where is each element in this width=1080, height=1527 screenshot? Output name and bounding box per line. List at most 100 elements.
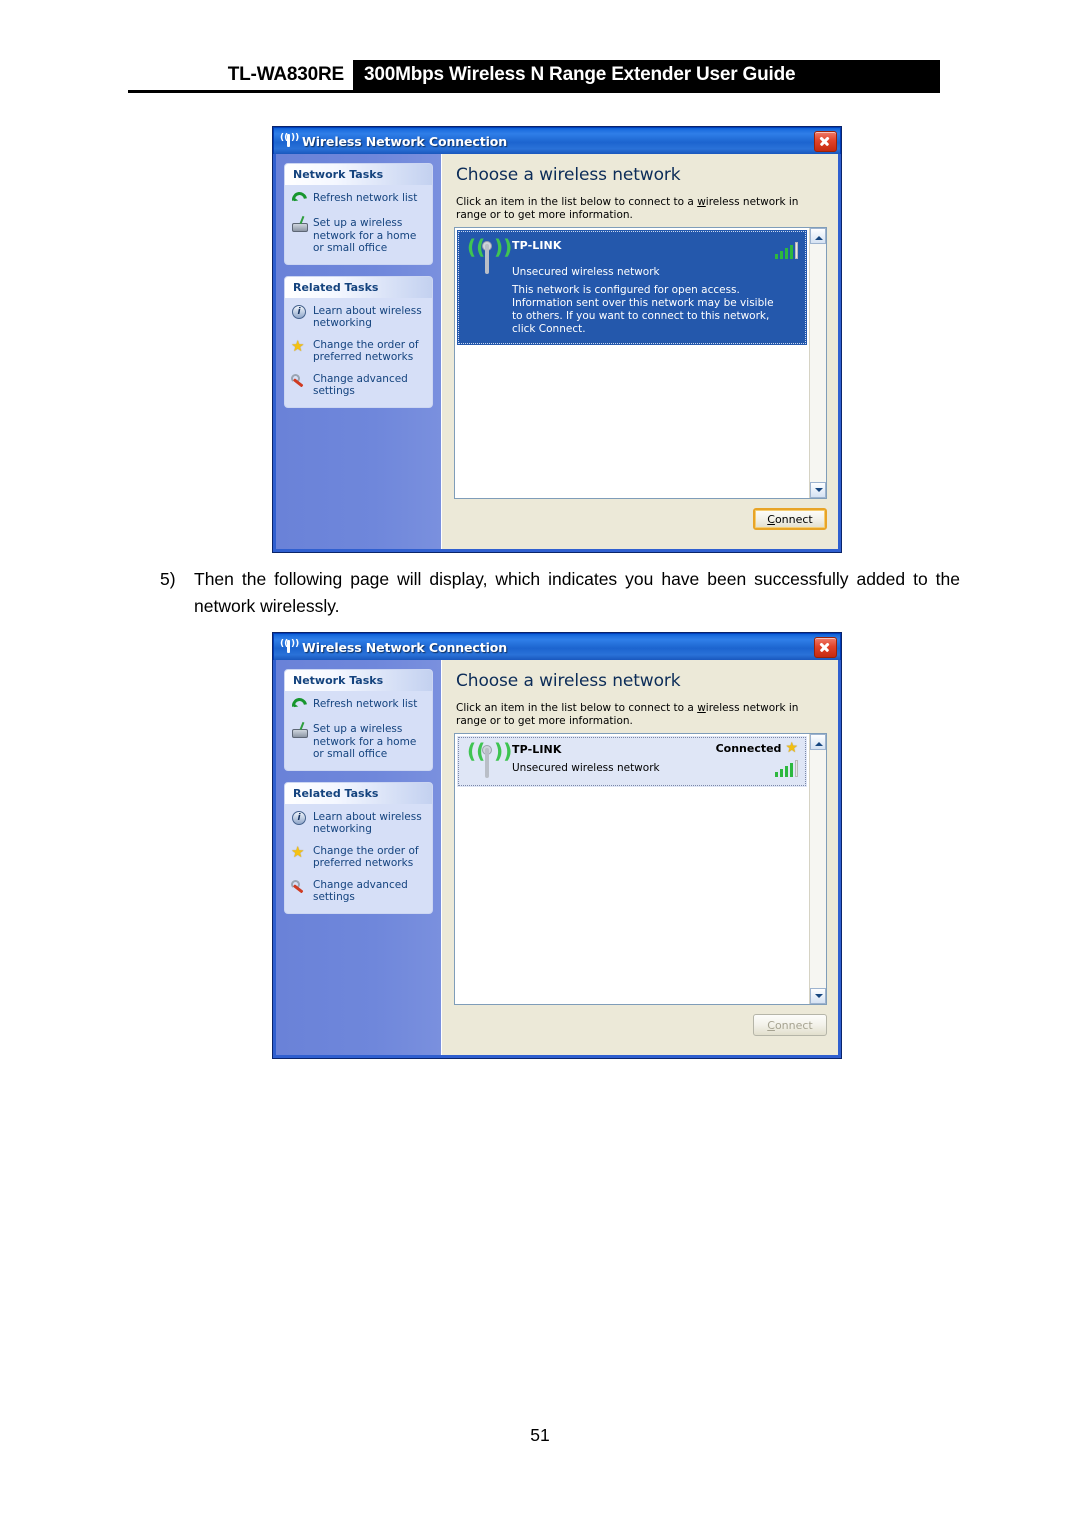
- related-tasks-heading: Related Tasks: [285, 276, 432, 298]
- connect-accel: C: [767, 512, 775, 526]
- status-badge: Connected ★: [716, 741, 798, 755]
- dialog-1-sidebar: Network Tasks Refresh network list Set u…: [276, 154, 441, 549]
- connect-rest: onnect: [774, 512, 813, 526]
- wifi-broadcast-icon: (()): [466, 741, 512, 781]
- wireless-network-connection-dialog-2[interactable]: (()) Wireless Network Connection Network…: [272, 632, 842, 1059]
- network-ssid: TP-LINK: [512, 743, 562, 756]
- dialog-1-main: Choose a wireless network Click an item …: [441, 154, 838, 549]
- dialog-1-title: Wireless Network Connection: [302, 133, 508, 149]
- step-5-number: 5): [160, 569, 176, 589]
- dialog-1-heading: Choose a wireless network: [456, 165, 681, 185]
- task-set-up-wireless-network[interactable]: Set up a wireless network for a home or …: [291, 721, 426, 761]
- step-5: 5) Then the following page will display,…: [160, 566, 960, 620]
- network-tasks-panel: Network Tasks Refresh network list Set u…: [284, 163, 433, 265]
- task-refresh-network-list-label: Refresh network list: [313, 192, 418, 204]
- dialog-1-titlebar[interactable]: (()) Wireless Network Connection: [273, 127, 841, 154]
- connect-accel: C: [767, 1018, 775, 1032]
- dialog-1-network-list-inner: (()) TP-LINK Unsecured wireless network …: [455, 228, 809, 498]
- task-set-up-wireless-network[interactable]: Set up a wireless network for a home or …: [291, 215, 426, 255]
- related-tasks-list: i Learn about wireless networking ★ Chan…: [285, 298, 432, 407]
- dialog-2-body: Network Tasks Refresh network list Set u…: [276, 660, 838, 1055]
- dialog-2-network-list[interactable]: (()) TP-LINK Unsecured wireless network …: [454, 733, 827, 1005]
- dialog-2-instruction: Click an item in the list below to conne…: [456, 702, 808, 728]
- task-learn-about-wireless[interactable]: i Learn about wireless networking: [291, 810, 426, 836]
- connect-button[interactable]: Connect: [753, 508, 827, 530]
- related-tasks-panel: Related Tasks i Learn about wireless net…: [284, 275, 433, 408]
- wireless-adapter-icon: [291, 215, 308, 233]
- scrollbar-track[interactable]: [810, 244, 826, 482]
- wrench-icon: [291, 372, 308, 389]
- dialog-2-scrollbar[interactable]: [809, 734, 826, 1004]
- star-icon: ★: [291, 842, 305, 861]
- task-learn-about-wireless-label: Learn about wireless networking: [313, 810, 422, 836]
- task-change-order-preferred-label: Change the order of preferred networks: [313, 338, 419, 364]
- dialog-2-titlebar[interactable]: (()) Wireless Network Connection: [273, 633, 841, 660]
- dialog-1-footer: Connect: [454, 499, 827, 539]
- dialog-1-scrollbar[interactable]: [809, 228, 826, 498]
- close-icon[interactable]: [814, 636, 837, 658]
- scroll-down-icon[interactable]: [810, 482, 826, 498]
- scroll-up-icon[interactable]: [810, 734, 826, 750]
- star-icon: ★: [291, 336, 305, 355]
- network-tasks-heading: Network Tasks: [285, 164, 432, 185]
- task-change-order-preferred[interactable]: ★ Change the order of preferred networks: [291, 336, 426, 364]
- network-tasks-heading: Network Tasks: [285, 670, 432, 691]
- network-tasks-list: Refresh network list Set up a wireless n…: [285, 185, 432, 264]
- network-item-row: (()) TP-LINK Unsecured wireless network …: [466, 741, 798, 781]
- dialog-2-network-list-inner: (()) TP-LINK Unsecured wireless network …: [455, 734, 809, 1004]
- dialog-2-heading: Choose a wireless network: [456, 671, 681, 691]
- info-icon: i: [291, 810, 308, 827]
- dialog-2-footer: Connect: [454, 1005, 827, 1045]
- task-refresh-network-list[interactable]: Refresh network list: [289, 695, 426, 716]
- task-change-order-preferred-label: Change the order of preferred networks: [313, 844, 419, 870]
- close-icon[interactable]: [814, 130, 837, 152]
- wifi-broadcast-icon: (()): [466, 237, 512, 277]
- dialog-2-sidebar: Network Tasks Refresh network list Set u…: [276, 660, 441, 1055]
- connect-rest: onnect: [774, 1018, 813, 1032]
- status-badge-label: Connected: [715, 741, 782, 755]
- scroll-down-icon[interactable]: [810, 988, 826, 1004]
- network-ssid: TP-LINK: [512, 239, 562, 252]
- instruction-pre: Click an item in the list below to conne…: [456, 702, 698, 714]
- header-bar: TL-WA830RE 300Mbps Wireless N Range Exte…: [128, 60, 940, 90]
- signal-strength-icon: [774, 760, 798, 777]
- network-item-right: Connected ★: [716, 741, 798, 779]
- network-security: Unsecured wireless network: [512, 762, 660, 774]
- task-change-advanced-settings[interactable]: Change advanced settings: [291, 879, 426, 904]
- wireless-network-connection-dialog-1[interactable]: (()) Wireless Network Connection Network…: [272, 126, 842, 553]
- network-item-details: TP-LINK Unsecured wireless network: [512, 741, 716, 774]
- step-5-text: Then the following page will display, wh…: [194, 569, 960, 616]
- network-list-item[interactable]: (()) TP-LINK Unsecured wireless network …: [457, 736, 807, 787]
- task-change-advanced-settings[interactable]: Change advanced settings: [291, 373, 426, 398]
- refresh-icon: [289, 189, 310, 210]
- signal-strength-icon: [774, 242, 798, 259]
- wrench-icon: [291, 878, 308, 895]
- task-learn-about-wireless-label: Learn about wireless networking: [313, 304, 422, 330]
- task-set-up-wireless-network-label: Set up a wireless network for a home or …: [313, 723, 417, 760]
- task-change-advanced-settings-label: Change advanced settings: [313, 878, 408, 904]
- header-rule: [128, 90, 940, 93]
- task-change-advanced-settings-label: Change advanced settings: [313, 372, 408, 398]
- related-tasks-list: i Learn about wireless networking ★ Chan…: [285, 804, 432, 913]
- network-list-item[interactable]: (()) TP-LINK Unsecured wireless network …: [457, 230, 807, 345]
- page-header: TL-WA830RE 300Mbps Wireless N Range Exte…: [0, 0, 1080, 100]
- scrollbar-track[interactable]: [810, 750, 826, 988]
- instruction-accel: w: [697, 196, 706, 208]
- network-tasks-panel: Network Tasks Refresh network list Set u…: [284, 669, 433, 771]
- dialog-2-frame: Network Tasks Refresh network list Set u…: [273, 660, 841, 1058]
- task-learn-about-wireless[interactable]: i Learn about wireless networking: [291, 304, 426, 330]
- task-refresh-network-list[interactable]: Refresh network list: [289, 189, 426, 210]
- instruction-pre: Click an item in the list below to conne…: [456, 196, 698, 208]
- dialog-2-title: Wireless Network Connection: [302, 639, 508, 655]
- page-number: 51: [530, 1425, 550, 1445]
- task-change-order-preferred[interactable]: ★ Change the order of preferred networks: [291, 842, 426, 870]
- dialog-1-network-list[interactable]: (()) TP-LINK Unsecured wireless network …: [454, 227, 827, 499]
- dialog-1-instruction: Click an item in the list below to conne…: [456, 196, 808, 222]
- info-icon: i: [291, 304, 308, 321]
- wireless-signal-icon: (()): [280, 638, 299, 656]
- wireless-signal-icon: (()): [280, 132, 299, 150]
- wireless-adapter-icon: [291, 721, 308, 739]
- connect-button: Connect: [753, 1014, 827, 1036]
- scroll-up-icon[interactable]: [810, 228, 826, 244]
- network-item-details: TP-LINK Unsecured wireless network This …: [512, 237, 775, 336]
